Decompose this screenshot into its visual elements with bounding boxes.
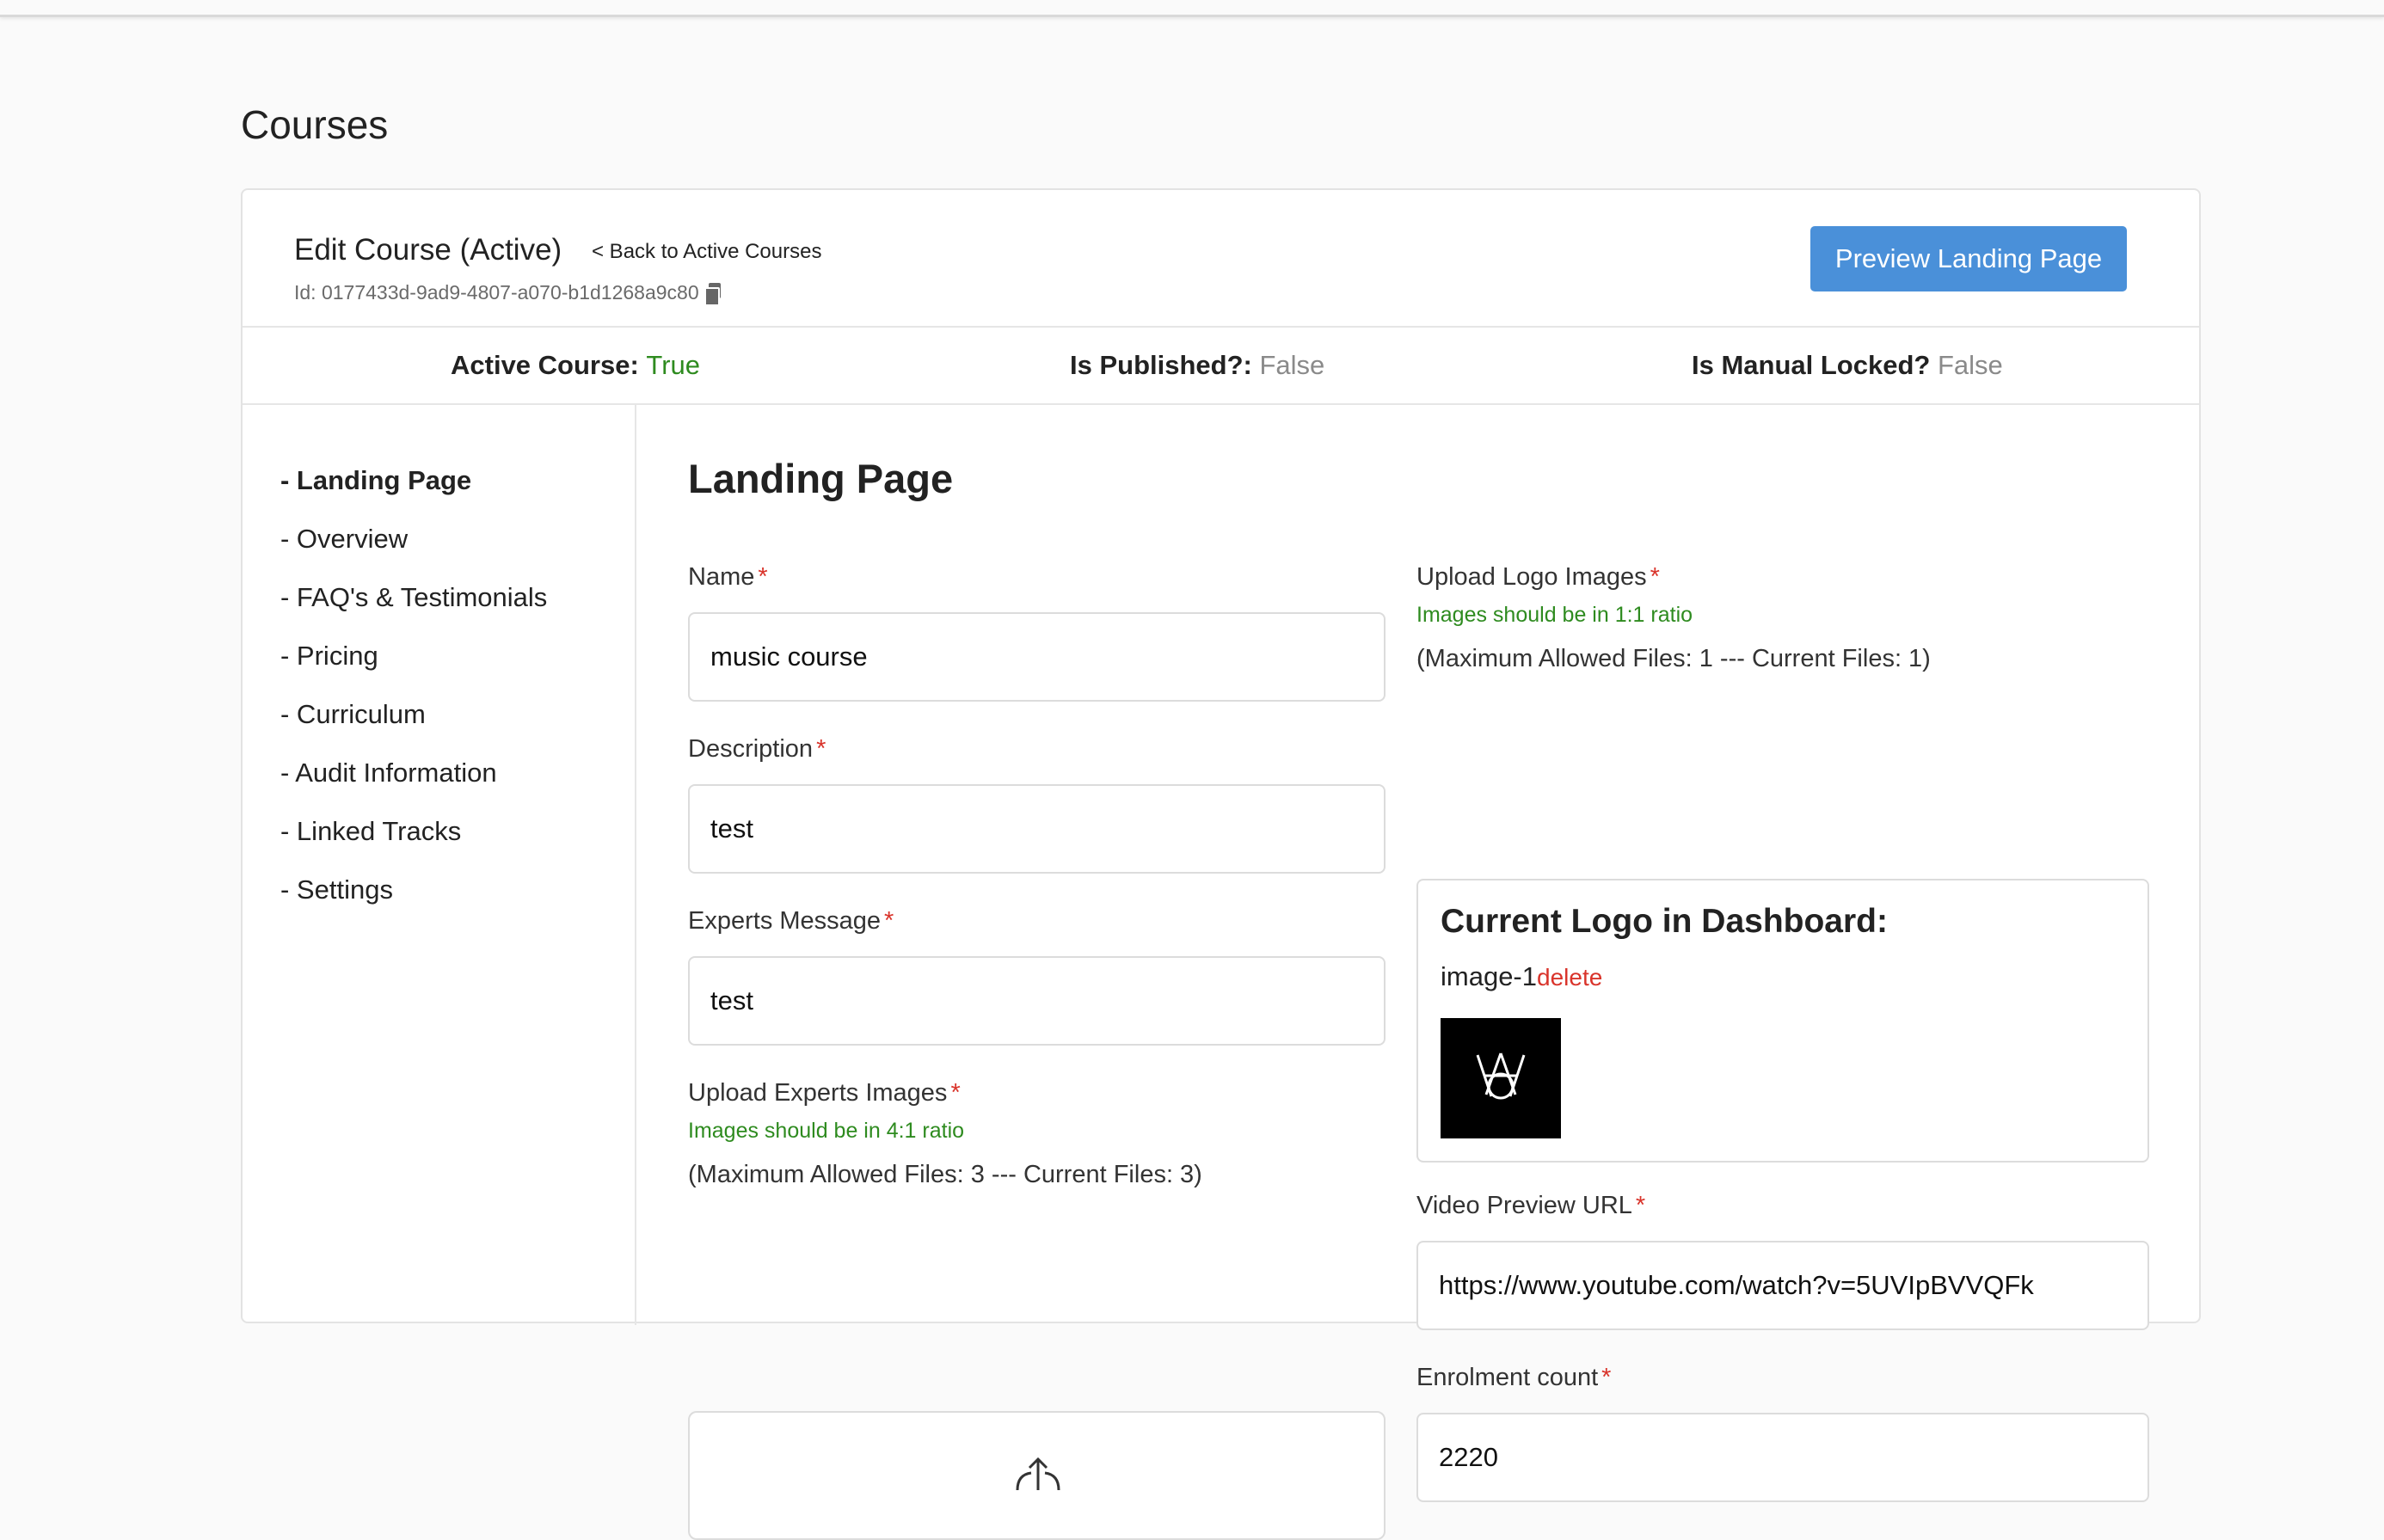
- enrolment-count-input[interactable]: [1416, 1413, 2149, 1502]
- current-logo-box: Current Logo in Dashboard: image-1delete: [1416, 879, 2149, 1163]
- experts-images-note: (Maximum Allowed Files: 3 --- Current Fi…: [688, 1161, 1202, 1188]
- back-to-active-courses-link[interactable]: < Back to Active Courses: [592, 240, 821, 264]
- experts-images-hint: Images should be in 4:1 ratio: [688, 1119, 965, 1143]
- logo-file-row: image-1delete: [1441, 961, 1602, 992]
- experts-images-dropzone[interactable]: [688, 1411, 1386, 1540]
- card-header: Edit Course (Active) < Back to Active Co…: [243, 190, 2199, 328]
- logo-images-label: Upload Logo Images *: [1416, 563, 1660, 592]
- name-label: Name *: [688, 563, 768, 592]
- sidebar-item-pricing[interactable]: - Pricing: [280, 641, 378, 672]
- active-course-label: Active Course:: [451, 350, 639, 380]
- name-input[interactable]: [688, 612, 1386, 702]
- is-manual-locked-label: Is Manual Locked?: [1692, 350, 1931, 380]
- description-label-text: Description: [688, 735, 814, 763]
- required-mark: *: [816, 735, 826, 763]
- name-label-text: Name: [688, 563, 755, 591]
- copy-icon[interactable]: [704, 282, 722, 306]
- logo-images-hint: Images should be in 1:1 ratio: [1416, 603, 1693, 627]
- experts-images-label: Upload Experts Images *: [688, 1079, 961, 1107]
- sidebar-item-audit-information[interactable]: - Audit Information: [280, 758, 497, 788]
- description-input[interactable]: [688, 784, 1386, 874]
- required-mark: *: [758, 563, 768, 591]
- section-title: Landing Page: [688, 456, 954, 501]
- sidebar: - Landing Page - Overview - FAQ's & Test…: [243, 405, 636, 1325]
- is-published-label: Is Published?:: [1070, 350, 1252, 380]
- logo-image: [1476, 1052, 1526, 1100]
- required-mark: *: [1650, 563, 1660, 591]
- logo-images-label-text: Upload Logo Images: [1416, 563, 1647, 591]
- logo-file-name: image-1: [1441, 961, 1537, 991]
- is-published-value: False: [1259, 350, 1325, 380]
- sidebar-item-landing-page[interactable]: - Landing Page: [280, 465, 471, 496]
- top-bar: [0, 0, 2384, 17]
- video-url-input[interactable]: [1416, 1241, 2149, 1330]
- status-row: Active Course: True Is Published?: False…: [243, 328, 2199, 405]
- video-url-label: Video Preview URL *: [1416, 1192, 1645, 1220]
- is-manual-locked-value: False: [1937, 350, 2003, 380]
- logo-delete-link[interactable]: delete: [1537, 964, 1602, 991]
- active-course-value: True: [646, 350, 701, 380]
- sidebar-item-faqs-testimonials[interactable]: - FAQ's & Testimonials: [280, 582, 547, 613]
- course-edit-card: Edit Course (Active) < Back to Active Co…: [241, 188, 2202, 1540]
- upload-icon: [1016, 1457, 1060, 1490]
- landing-page-form: Landing Page Name* Description* Experts …: [636, 405, 2202, 1540]
- experts-message-input[interactable]: [688, 956, 1386, 1046]
- enrolment-count-label-text: Enrolment count: [1416, 1364, 1599, 1391]
- course-id-text: Id: 0177433d-9ad9-4807-a070-b1d1268a9c80: [294, 281, 699, 304]
- experts-message-label-text: Experts Message: [688, 907, 882, 935]
- sidebar-item-settings[interactable]: - Settings: [280, 874, 393, 905]
- edit-course-title: Edit Course (Active): [294, 233, 562, 267]
- preview-landing-page-button[interactable]: Preview Landing Page: [1810, 226, 2127, 291]
- required-mark: *: [884, 907, 894, 935]
- logo-images-note: (Maximum Allowed Files: 1 --- Current Fi…: [1416, 645, 1931, 672]
- enrolment-count-label: Enrolment count *: [1416, 1364, 1611, 1392]
- current-logo-title: Current Logo in Dashboard:: [1441, 903, 1888, 940]
- required-mark: *: [1635, 1192, 1646, 1219]
- active-course-status: Active Course: True: [451, 350, 700, 381]
- is-manual-locked-status: Is Manual Locked? False: [1692, 350, 2003, 381]
- required-mark: *: [1601, 1364, 1612, 1391]
- page-title: Courses: [241, 102, 389, 147]
- experts-message-label: Experts Message *: [688, 907, 894, 936]
- description-label: Description *: [688, 735, 826, 764]
- required-mark: *: [950, 1079, 961, 1107]
- is-published-status: Is Published?: False: [1070, 350, 1324, 381]
- experts-images-label-text: Upload Experts Images: [688, 1079, 948, 1107]
- course-id: Id: 0177433d-9ad9-4807-a070-b1d1268a9c80: [294, 281, 722, 306]
- video-url-label-text: Video Preview URL: [1416, 1192, 1632, 1219]
- sidebar-item-linked-tracks[interactable]: - Linked Tracks: [280, 816, 461, 847]
- logo-thumbnail: [1441, 1018, 1561, 1138]
- sidebar-item-overview[interactable]: - Overview: [280, 524, 408, 555]
- sidebar-item-curriculum[interactable]: - Curriculum: [280, 699, 426, 730]
